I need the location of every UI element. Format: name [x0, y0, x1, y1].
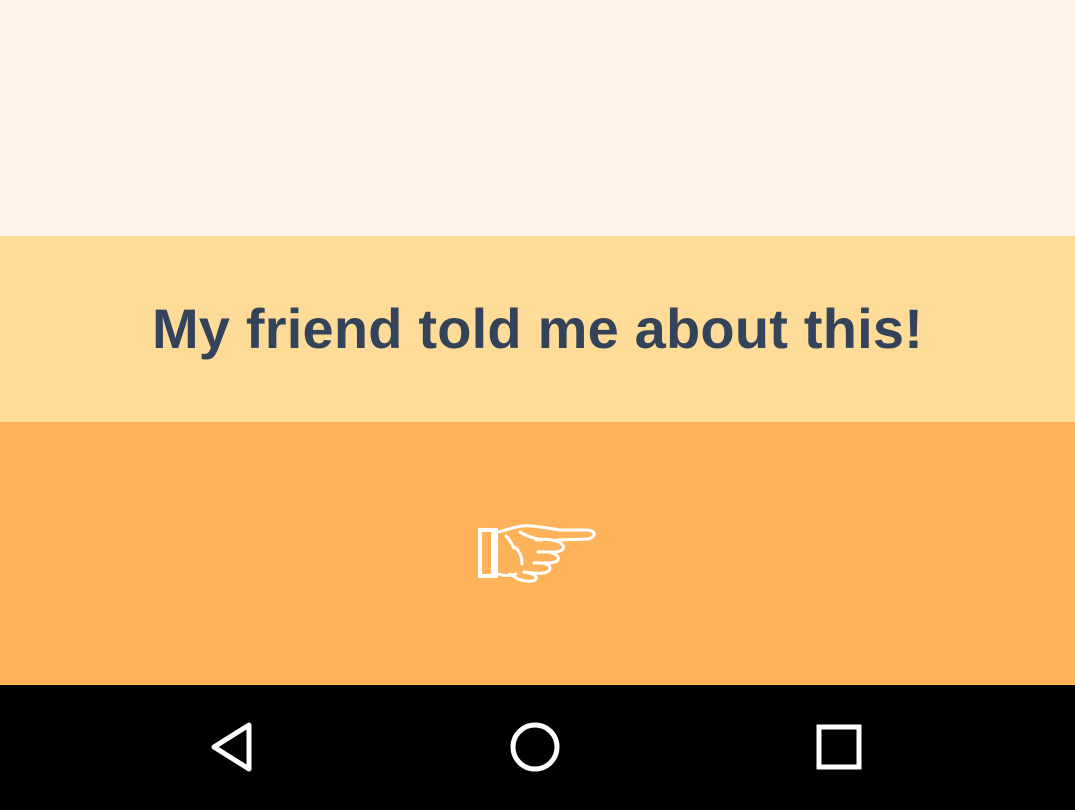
back-button[interactable]: [192, 707, 272, 787]
answer-option-label: My friend told me about this!: [151, 297, 924, 360]
home-button[interactable]: [495, 707, 575, 787]
answer-option-button[interactable]: My friend told me about this!: [0, 236, 1075, 422]
continue-button[interactable]: [0, 422, 1075, 685]
pointing-hand-icon: [477, 523, 596, 583]
recents-square-icon: [816, 724, 862, 770]
empty-header-area: [0, 0, 1075, 236]
app-screen: My friend told me about this!: [0, 0, 1075, 810]
recents-button[interactable]: [799, 707, 879, 787]
home-circle-icon: [510, 722, 560, 772]
back-triangle-icon: [211, 722, 252, 772]
system-navigation-bar: [0, 685, 1075, 810]
